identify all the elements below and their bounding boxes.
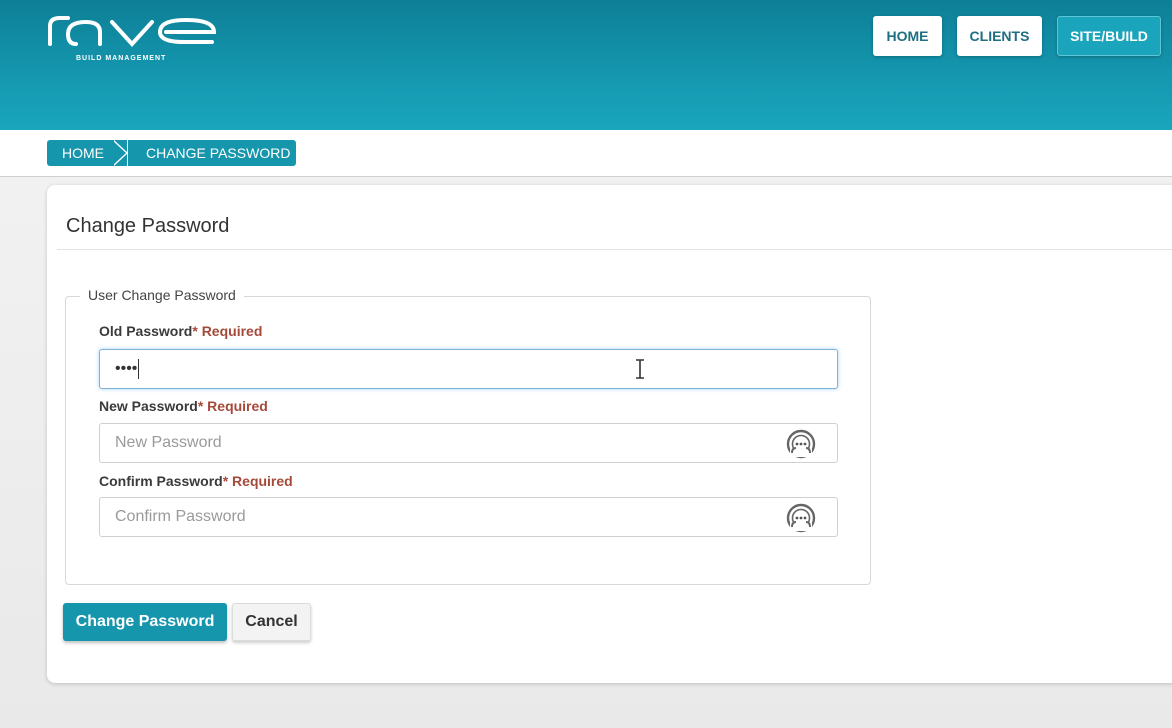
old-password-value: •••• — [115, 360, 138, 377]
breadcrumb-home-arrow — [112, 140, 126, 166]
confirm-password-label: Confirm Password* Required — [99, 473, 293, 489]
new-password-label: New Password* Required — [99, 398, 268, 414]
old-password-label: Old Password* Required — [99, 323, 262, 339]
new-password-label-text: New Password — [99, 398, 198, 414]
change-password-button[interactable]: Change Password — [63, 603, 227, 641]
app-header: BUILD MANAGEMENT HOME CLIENTS SITE/BUILD — [0, 0, 1172, 130]
confirm-password-label-text: Confirm Password — [99, 473, 223, 489]
new-password-required: * Required — [197, 398, 268, 414]
breadcrumb: HOME CHANGE PASSWORD — [0, 130, 1172, 177]
old-password-required: * Required — [192, 323, 263, 339]
confirm-password-placeholder: Confirm Password — [115, 508, 246, 525]
page-title: Change Password — [66, 215, 230, 237]
old-password-label-text: Old Password — [99, 323, 193, 339]
old-password-input[interactable]: •••• — [99, 349, 838, 389]
new-password-placeholder: New Password — [115, 434, 222, 451]
reveal-new-password-icon[interactable] — [785, 429, 817, 459]
logo-subtitle: BUILD MANAGEMENT — [76, 55, 167, 62]
nav-home-button[interactable]: HOME — [873, 16, 942, 56]
text-caret — [138, 359, 140, 379]
confirm-password-input[interactable]: Confirm Password — [99, 497, 838, 537]
user-change-password-fieldset: User Change Password Old Password* Requi… — [65, 287, 871, 585]
nav-site-build-button[interactable]: SITE/BUILD — [1057, 16, 1161, 56]
confirm-password-required: * Required — [222, 473, 293, 489]
fieldset-legend: User Change Password — [80, 287, 244, 303]
new-password-input[interactable]: New Password — [99, 423, 838, 463]
breadcrumb-home-label: HOME — [62, 145, 104, 161]
ibeam-cursor-icon — [636, 359, 644, 379]
breadcrumb-current-label: CHANGE PASSWORD — [146, 145, 291, 161]
breadcrumb-current: CHANGE PASSWORD — [128, 140, 296, 166]
title-divider — [57, 249, 1172, 250]
rave-logo-mark — [48, 16, 217, 47]
change-password-card: Change Password User Change Password Old… — [47, 185, 1172, 683]
cancel-button[interactable]: Cancel — [232, 603, 311, 641]
reveal-confirm-password-icon[interactable] — [785, 503, 817, 533]
nav-clients-button[interactable]: CLIENTS — [957, 16, 1042, 56]
